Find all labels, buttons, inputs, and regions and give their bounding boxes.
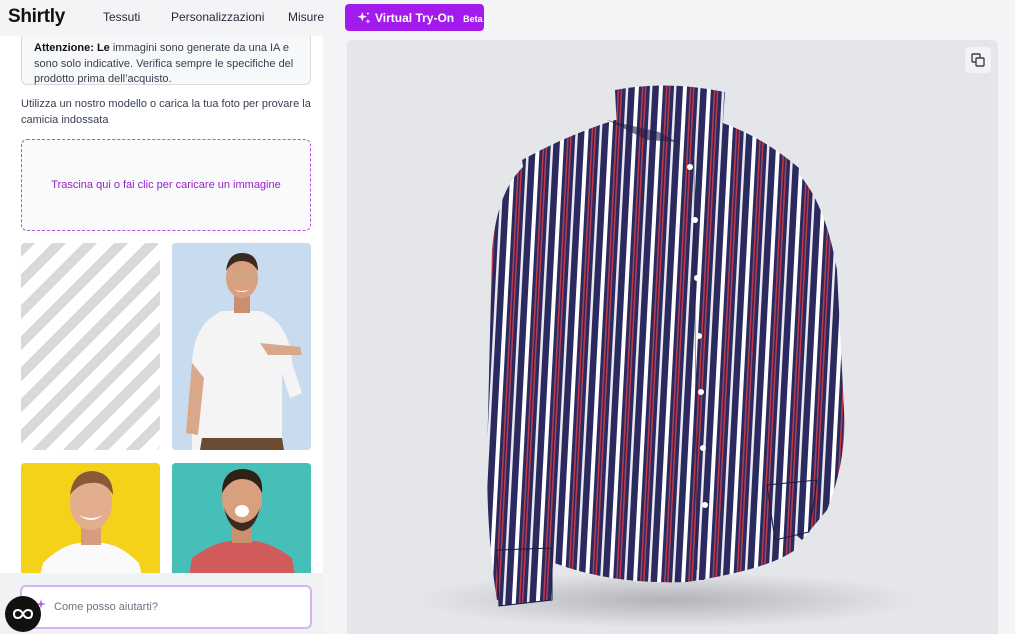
sparkle-icon (357, 11, 371, 24)
nav-tessuti[interactable]: Tessuti (103, 10, 140, 24)
model-photo (172, 243, 311, 450)
beta-badge: Beta (463, 13, 483, 24)
top-nav: Shirtly Tessuti Personalizzazioni Misure… (0, 0, 1015, 36)
intro-text: Utilizza un nostro modello o carica la t… (21, 98, 311, 126)
shirt-3d-viewer[interactable] (347, 40, 998, 634)
chat-assistant-button[interactable] (5, 596, 41, 632)
virtual-try-on-button[interactable]: Virtual Try-On Beta (345, 4, 484, 31)
logo[interactable]: Shirtly (8, 6, 65, 28)
dropzone-label: Trascina qui o fai clic per caricare un … (51, 179, 281, 191)
notice-first-line-tail: immagini sono generate da una IA e (112, 42, 289, 54)
upload-dropzone[interactable]: Trascina qui o fai clic per caricare un … (21, 139, 311, 231)
chat-input[interactable] (20, 585, 312, 629)
shirt-render (417, 85, 917, 628)
virtual-try-on-label: Virtual Try-On (375, 10, 455, 25)
infinity-icon (13, 608, 33, 620)
notice-heading: Attenzione: Le (34, 42, 110, 54)
notice-text: sono solo indicative. Verifica sempre le… (34, 57, 294, 86)
model-card-glasses[interactable] (172, 243, 311, 450)
nav-personalizzazioni[interactable]: Personalizzazioni (171, 10, 264, 24)
nav-misure[interactable]: Misure (288, 10, 324, 24)
model-placeholder[interactable] (21, 243, 160, 450)
chat-bar (0, 573, 323, 634)
try-on-sidebar: Attenzione: Le immagini sono generate da… (0, 36, 323, 634)
ai-notice: Attenzione: Le immagini sono generate da… (21, 36, 311, 85)
